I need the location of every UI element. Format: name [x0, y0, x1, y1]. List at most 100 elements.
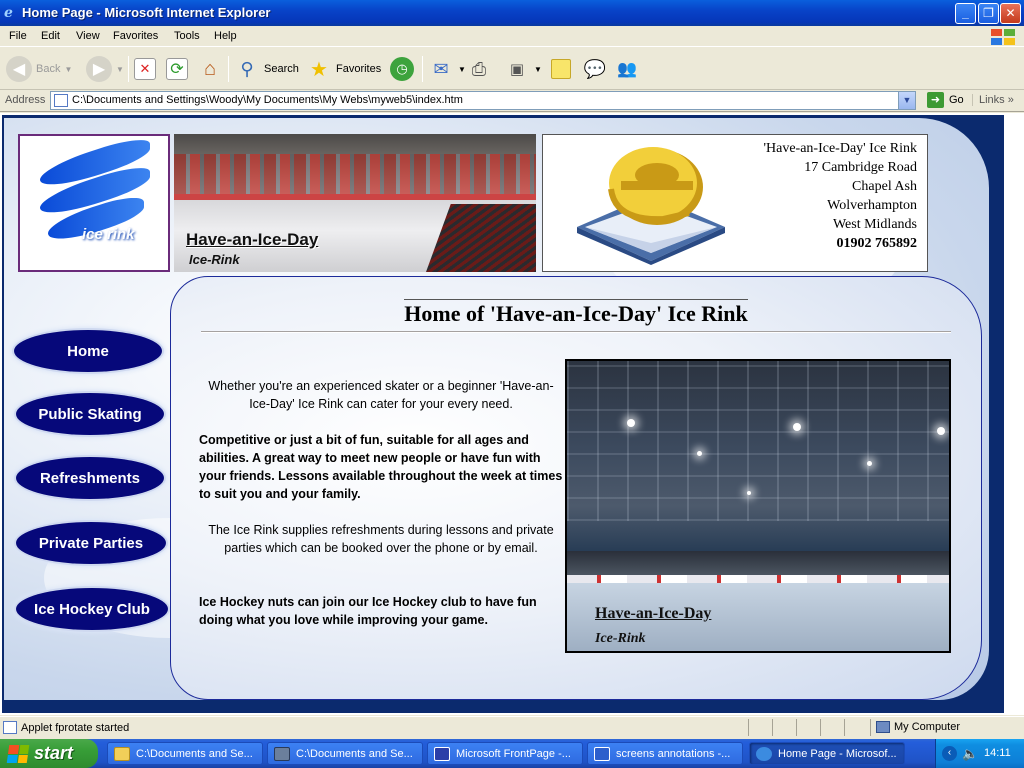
contact-address: 'Have-an-Ice-Day' Ice Rink 17 Cambridge … [763, 139, 917, 253]
refresh-button[interactable]: ⟳ [166, 54, 188, 84]
menu-tools[interactable]: Tools [174, 30, 200, 42]
image-viewer-icon [274, 746, 290, 761]
nav-private-parties-button[interactable]: Private Parties [16, 522, 166, 564]
nav-home-button[interactable]: Home [14, 330, 162, 372]
print-button[interactable]: ⎙ [466, 54, 492, 84]
separator [422, 56, 423, 82]
taskbar: start C:\Documents and Se... C:\Document… [0, 739, 1024, 768]
email-icon[interactable] [571, 143, 731, 265]
notes-button[interactable] [551, 54, 571, 84]
clock: 14:11 [984, 747, 1011, 759]
close-button[interactable]: ✕ [1000, 3, 1021, 24]
rink-adboards [567, 575, 949, 583]
mail-button[interactable]: ✉ ▼ [428, 54, 466, 84]
content-panel: Home of 'Have-an-Ice-Day' Ice Rink Wheth… [170, 276, 982, 700]
main-panel: ice rink Have-an-Ice-Day Ice-Rink 'Have-… [4, 118, 989, 700]
menu-view[interactable]: View [76, 30, 100, 42]
dropdown-icon[interactable]: ▼ [534, 65, 542, 74]
separator [228, 56, 229, 82]
task-frontpage[interactable]: Microsoft FrontPage -... [427, 742, 583, 765]
security-zone: My Computer [876, 721, 960, 733]
star-icon: ★ [310, 58, 328, 81]
contact-box: 'Have-an-Ice-Day' Ice Rink 17 Cambridge … [542, 134, 928, 272]
status-bar: Applet fprotate started My Computer [0, 716, 1024, 738]
rink-light [627, 419, 635, 427]
note-icon [551, 59, 571, 79]
task-internet-explorer[interactable]: Home Page - Microsof... [749, 742, 905, 765]
rink-light [937, 427, 945, 435]
start-button[interactable]: start [0, 739, 98, 768]
discuss-button[interactable]: 💬 [582, 54, 608, 84]
word-icon [594, 746, 610, 761]
features-paragraph: Competitive or just a bit of fun, suitab… [199, 433, 563, 501]
rink-roof-truss [567, 361, 949, 521]
task-explorer-2[interactable]: C:\Documents and Se... [267, 742, 423, 765]
restore-button[interactable]: ❐ [978, 3, 999, 24]
tray-expand-icon[interactable]: ‹ [942, 746, 957, 761]
status-cell [844, 719, 845, 736]
address-url[interactable]: C:\Documents and Settings\Woody\My Docum… [72, 94, 463, 106]
printer-icon: ⎙ [471, 58, 487, 79]
links-button[interactable]: Links » [972, 94, 1014, 106]
back-button[interactable]: ◀ Back ▼ [6, 54, 72, 84]
my-computer-icon [876, 721, 890, 733]
page-icon [3, 721, 17, 734]
address-label: Address [5, 94, 46, 106]
frontpage-icon [434, 746, 450, 761]
page-heading: Home of 'Have-an-Ice-Day' Ice Rink [404, 299, 748, 326]
messenger-button[interactable]: 👥 [614, 54, 640, 84]
page-background: ice rink Have-an-Ice-Day Ice-Rink 'Have-… [2, 115, 1004, 713]
dropdown-icon[interactable]: ▼ [64, 65, 72, 74]
nav-public-skating-button[interactable]: Public Skating [16, 393, 164, 435]
right-edge [1006, 113, 1024, 715]
hockey-banner-image: Have-an-Ice-Day Ice-Rink [174, 134, 536, 272]
status-cell [870, 719, 871, 736]
nav-ice-hockey-club-button[interactable]: Ice Hockey Club [16, 588, 168, 630]
contact-county: West Midlands [832, 217, 917, 232]
speech-bubble-icon: 💬 [583, 58, 607, 79]
volume-icon[interactable]: 🔈 [962, 746, 978, 762]
status-cell [796, 719, 797, 736]
menu-edit[interactable]: Edit [41, 30, 60, 42]
window-title: Home Page - Microsoft Internet Explorer [22, 5, 271, 20]
history-icon: ◷ [390, 57, 414, 81]
forward-button[interactable]: ▶ ▼ [86, 54, 124, 84]
home-button[interactable]: ⌂ [197, 54, 223, 84]
go-button[interactable]: ➜ Go [922, 92, 964, 108]
task-explorer-1[interactable]: C:\Documents and Se... [107, 742, 263, 765]
rink-photo: Have-an-Ice-Day Ice-Rink [565, 359, 951, 653]
banner-boards [174, 194, 536, 200]
contact-street: 17 Cambridge Road [804, 160, 917, 175]
stop-button[interactable]: ✕ [134, 54, 156, 84]
forward-arrow-icon: ▶ [86, 56, 112, 82]
edit-button[interactable]: ▣ ▼ [504, 54, 542, 84]
minimize-button[interactable]: _ [955, 3, 976, 24]
ice-rink-logo[interactable]: ice rink [18, 134, 170, 272]
contact-town: Wolverhampton [827, 198, 917, 213]
nav-refreshments-button[interactable]: Refreshments [16, 457, 164, 499]
history-button[interactable]: ◷ [390, 54, 414, 84]
menu-help[interactable]: Help [214, 30, 237, 42]
page-icon [54, 94, 68, 107]
menu-file[interactable]: File [9, 30, 27, 42]
address-dropdown-icon[interactable]: ▼ [898, 92, 915, 109]
rink-light [793, 423, 801, 431]
dropdown-icon[interactable]: ▼ [116, 65, 124, 74]
address-input[interactable]: C:\Documents and Settings\Woody\My Docum… [50, 91, 916, 110]
system-tray: ‹ 🔈 14:11 [935, 739, 1024, 768]
address-bar: Address C:\Documents and Settings\Woody\… [0, 90, 1024, 112]
contact-name: 'Have-an-Ice-Day' Ice Rink [763, 141, 917, 156]
banner-stands [174, 154, 536, 194]
status-cell [772, 719, 773, 736]
rink-light [697, 451, 702, 456]
contact-phone: 01902 765892 [836, 236, 918, 251]
favorites-button[interactable]: ★ Favorites [306, 54, 381, 84]
intro-paragraph: Whether you're an experienced skater or … [208, 379, 554, 411]
task-word[interactable]: screens annotations -... [587, 742, 743, 765]
menu-favorites[interactable]: Favorites [113, 30, 158, 42]
stop-icon: ✕ [134, 58, 156, 80]
ie-icon [756, 746, 772, 761]
page-viewport: ice rink Have-an-Ice-Day Ice-Rink 'Have-… [0, 113, 1024, 715]
dropdown-icon[interactable]: ▼ [458, 65, 466, 74]
search-button[interactable]: ⚲ Search [234, 54, 298, 84]
